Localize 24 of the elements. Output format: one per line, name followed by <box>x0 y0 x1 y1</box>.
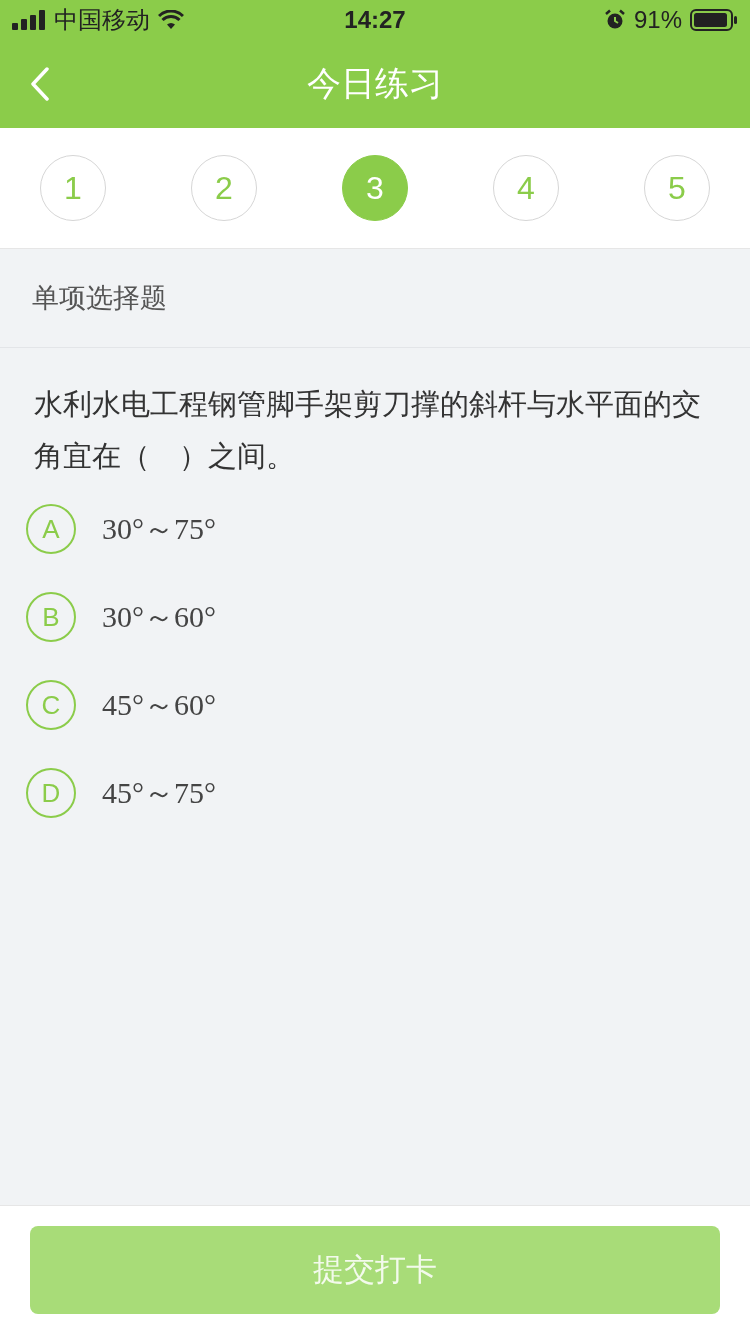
wifi-icon <box>158 10 184 30</box>
screen-title: 今日练习 <box>307 62 443 105</box>
option-radio[interactable]: C <box>26 680 76 730</box>
option-text[interactable]: 45°～75° <box>102 772 216 814</box>
question-number-tab[interactable]: 4 <box>493 155 559 221</box>
option-radio[interactable]: B <box>26 592 76 642</box>
signal-icon <box>12 10 46 30</box>
battery-percent: 91% <box>633 6 682 34</box>
question-number-tab[interactable]: 3 <box>342 155 408 221</box>
option-text[interactable]: 45°～60° <box>102 684 216 726</box>
question-number-tab[interactable]: 2 <box>191 155 257 221</box>
question-text: 水利水电工程钢管脚手架剪刀撑的斜杆与水平面的交角宜在（ ）之间。 <box>34 386 702 475</box>
option-text[interactable]: 30°～75° <box>102 508 216 550</box>
option-text[interactable]: 30°～60° <box>102 596 216 638</box>
question-number-tab[interactable]: 5 <box>644 155 710 221</box>
question-type-label: 单项选择题 <box>0 249 750 348</box>
option-radio[interactable]: A <box>26 504 76 554</box>
alarm-clock-icon <box>603 9 626 31</box>
battery-icon <box>690 9 738 31</box>
clock-time: 14:27 <box>344 6 406 34</box>
carrier-name: 中国移动 <box>54 5 150 36</box>
back-chevron-icon[interactable] <box>30 67 50 101</box>
question-number-tab[interactable]: 1 <box>40 155 106 221</box>
option-radio[interactable]: D <box>26 768 76 818</box>
